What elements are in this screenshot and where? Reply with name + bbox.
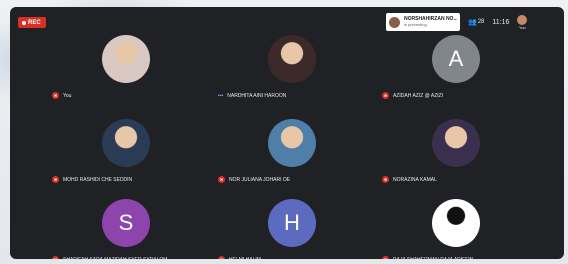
mic-off-icon: ✖ [52,176,59,183]
self-avatar [517,14,528,25]
participant-name: RAJA SHAHERMAN RAJA ARIFFIN [393,257,473,260]
presenter-chip[interactable]: NORSHAHIRZAN NO... is presenting [386,13,460,31]
top-bar: NORSHAHIRZAN NO... is presenting 👥 28 11… [386,11,564,33]
participant-name: HELMI HALIM [229,257,261,260]
profile-photo [432,119,480,167]
participants-count: 28 [477,19,485,25]
participant-label: ✖ NORAZINA KAMAL [382,176,437,183]
letter-avatar: A [432,35,480,83]
participant-label: ✖ SHARIFAH SARA MAZIDAH SYED SYRALOM [52,256,167,259]
participant-name: You [63,92,72,99]
participant-tile[interactable]: ✖ RAJA SHAHERMAN RAJA ARIFFIN [380,195,532,259]
participant-tile[interactable]: S ✖ SHARIFAH SARA MAZIDAH SYED SYRALOM [50,195,202,259]
recording-label: REC [28,19,41,26]
participant-name: NARDHITA AINI HAROON [227,93,287,99]
presenter-avatar [389,16,400,28]
participant-label: ✖ You [52,92,71,99]
participant-label: ✖ NOR JULIANA JOHARI OE [218,176,290,183]
participant-label: ✖ RAJA SHAHERMAN RAJA ARIFFIN [382,256,473,259]
participant-name: NORAZINA KAMAL [393,176,437,183]
participant-tile[interactable]: H ✖ HELMI HALIM [216,195,368,259]
mic-off-icon: ✖ [382,92,389,99]
self-view-thumbnail[interactable]: You [517,14,528,30]
participant-tile[interactable]: ✖ You [50,31,202,99]
participants-button[interactable]: 👥 28 [468,18,484,26]
mic-off-icon: ✖ [382,256,389,259]
participant-name: AZIDAH AZIZ @ AZIZI [393,92,444,99]
self-thumb-label: You [519,24,526,30]
video-call-window: REC NORSHAHIRZAN NO... is presenting 👥 2… [10,7,564,259]
participant-name: NOR JULIANA JOHARI OE [229,176,291,183]
participant-label: ✖ MOHD RASHIDI CHE SEDDIN [52,176,132,183]
record-dot-icon [22,20,26,25]
profile-photo [432,199,480,247]
participant-tile[interactable]: ✖ MOHD RASHIDI CHE SEDDIN [50,115,202,183]
mic-off-icon: ✖ [52,92,59,99]
participant-name: SHARIFAH SARA MAZIDAH SYED SYRALOM [63,257,167,260]
participant-label: ✖ AZIDAH AZIZ @ AZIZI [382,92,443,99]
letter-avatar: S [102,199,150,247]
letter-avatar: H [268,199,316,247]
people-icon: 👥 [468,19,477,26]
participant-name: MOHD RASHIDI CHE SEDDIN [63,176,133,183]
mic-off-icon: ✖ [218,256,225,259]
clock: 11:16 [492,18,510,26]
participant-tile[interactable]: ✖ NOR JULIANA JOHARI OE [216,115,368,183]
mic-off-icon: ✖ [218,176,225,183]
recording-badge: REC [18,17,46,28]
presenter-subtitle: is presenting [404,22,427,27]
participant-label: ✖ HELMI HALIM [218,256,261,259]
participant-label: ••• NARDHITA AINI HAROON [218,93,286,99]
profile-photo [102,35,150,83]
profile-photo [268,35,316,83]
mic-off-icon: ✖ [52,256,59,259]
profile-photo [102,119,150,167]
participant-tile[interactable]: ✖ NORAZINA KAMAL [380,115,532,183]
profile-photo [268,119,316,167]
mic-off-icon: ✖ [382,176,389,183]
participant-tile[interactable]: A ✖ AZIDAH AZIZ @ AZIZI [380,31,532,99]
audio-level-icon: ••• [218,93,224,99]
participant-tile[interactable]: ••• NARDHITA AINI HAROON [216,31,368,99]
